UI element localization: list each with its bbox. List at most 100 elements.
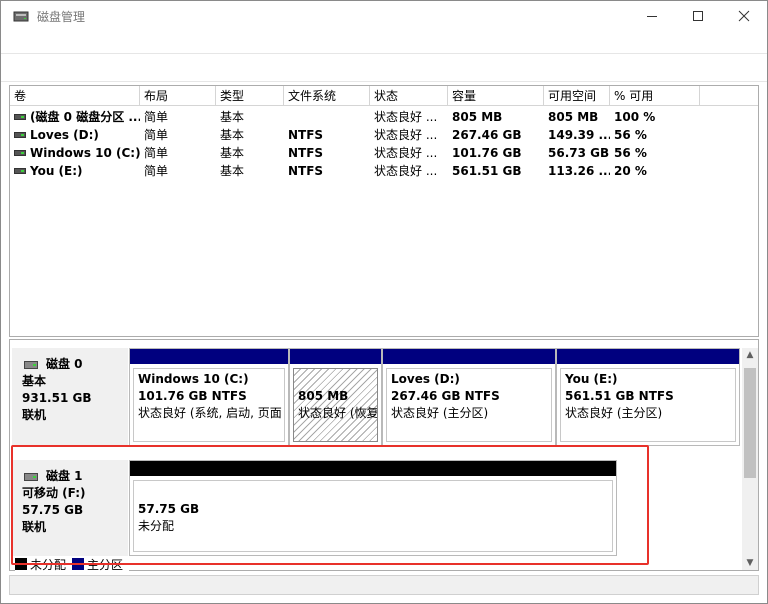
table-row[interactable]: (磁盘 0 磁盘分区 ... 简单 基本 状态良好 ... 805 MB 805… (10, 108, 758, 126)
cell-status: 状态良好 ... (374, 164, 438, 178)
scroll-down-icon[interactable]: ▼ (742, 556, 758, 570)
window-title: 磁盘管理 (37, 10, 86, 24)
partition-bar (130, 349, 288, 364)
disk-1-state: 联机 (22, 520, 47, 534)
cell-volume: Loves (D:) (30, 128, 99, 142)
disk-0-size: 931.51 GB (22, 391, 92, 405)
cell-capacity: 561.51 GB (452, 164, 522, 178)
disk-icon (24, 472, 38, 481)
disk-0-name: 磁盘 0 (46, 357, 83, 371)
partition-status: 状态良好 (主分区) (391, 406, 489, 420)
legend-item-primary: 主分区 (72, 556, 123, 573)
partition-title: Loves (D:) (391, 372, 460, 386)
disk-graphical-view: 磁盘 0 基本 931.51 GB 联机 Windows 10 (C:) 101… (9, 339, 759, 571)
cell-volume: (磁盘 0 磁盘分区 ... (30, 110, 140, 124)
disk-0-label[interactable]: 磁盘 0 基本 931.51 GB 联机 (12, 348, 128, 446)
cell-layout: 简单 (144, 146, 169, 160)
partition-d[interactable]: Loves (D:) 267.46 GB NTFS 状态良好 (主分区) (382, 348, 556, 446)
column-header-capacity[interactable]: 容量 (448, 86, 544, 106)
legend-label: 主分区 (87, 557, 124, 572)
column-header-volume[interactable]: 卷 (10, 86, 140, 106)
minimize-button[interactable] (629, 1, 675, 31)
partition-e[interactable]: You (E:) 561.51 GB NTFS 状态良好 (主分区) (556, 348, 740, 446)
disk-1-size: 57.75 GB (22, 503, 84, 517)
partition-detail: 805 MB (298, 389, 349, 403)
partition-detail: 561.51 GB NTFS (565, 389, 674, 403)
close-button[interactable] (721, 1, 767, 31)
partition-d-body: Loves (D:) 267.46 GB NTFS 状态良好 (主分区) (386, 368, 552, 442)
partition-detail: 57.75 GB (138, 502, 200, 516)
legend: 未分配 主分区 (15, 556, 130, 573)
partition-c-body: Windows 10 (C:) 101.76 GB NTFS 状态良好 (系统,… (133, 368, 285, 442)
partition-detail: 267.46 GB NTFS (391, 389, 500, 403)
maximize-button[interactable] (675, 1, 721, 31)
column-header-type[interactable]: 类型 (216, 86, 284, 106)
maximize-icon (693, 11, 703, 21)
column-header-status[interactable]: 状态 (370, 86, 448, 106)
column-header-free-space[interactable]: 可用空间 (544, 86, 610, 106)
disk-1-label[interactable]: 磁盘 1 可移动 (F:) 57.75 GB 联机 (12, 460, 128, 556)
cell-percent-free: 56 % (614, 146, 647, 160)
cell-status: 状态良好 ... (374, 110, 438, 124)
partition-status: 状态良好 (恢复 (298, 406, 378, 420)
partition-bar (383, 349, 555, 364)
cell-type: 基本 (220, 128, 245, 142)
table-row[interactable]: You (E:) 简单 基本 NTFS 状态良好 ... 561.51 GB 1… (10, 162, 758, 180)
partition-bar (557, 349, 739, 364)
vertical-scrollbar[interactable]: ▲ ▼ (742, 348, 758, 570)
cell-capacity: 267.46 GB (452, 128, 522, 142)
disk-1-name: 磁盘 1 (46, 469, 83, 483)
cell-free-space: 149.39 ... (548, 128, 610, 142)
cell-percent-free: 20 % (614, 164, 647, 178)
cell-filesystem: NTFS (288, 164, 324, 178)
minimize-icon (647, 15, 657, 17)
partition-recovery[interactable]: 805 MB 状态良好 (恢复 (289, 348, 382, 446)
partition-title: You (E:) (565, 372, 618, 386)
volume-list[interactable]: 卷 布局 类型 文件系统 状态 容量 可用空间 % 可用 (磁盘 0 磁盘分区 … (9, 85, 759, 337)
close-icon (738, 10, 750, 22)
status-bar (9, 575, 759, 595)
disk-0-kind: 基本 (22, 374, 47, 388)
scroll-up-icon[interactable]: ▲ (742, 348, 758, 362)
cell-free-space: 113.26 ... (548, 164, 610, 178)
title-bar: 磁盘管理 (1, 1, 767, 31)
volume-list-header: 卷 布局 类型 文件系统 状态 容量 可用空间 % 可用 (10, 86, 758, 106)
legend-label: 未分配 (30, 557, 67, 572)
column-header-filesystem[interactable]: 文件系统 (284, 86, 370, 106)
cell-layout: 简单 (144, 128, 169, 142)
partition-status: 状态良好 (系统, 启动, 页面 (138, 406, 282, 420)
cell-filesystem: NTFS (288, 146, 324, 160)
cell-layout: 简单 (144, 110, 169, 124)
cell-free-space: 56.73 GB (548, 146, 610, 160)
cell-capacity: 805 MB (452, 110, 503, 124)
cell-capacity: 101.76 GB (452, 146, 522, 160)
partition-recovery-body: 805 MB 状态良好 (恢复 (293, 368, 378, 442)
cell-layout: 简单 (144, 164, 169, 178)
table-row[interactable]: Windows 10 (C:) 简单 基本 NTFS 状态良好 ... 101.… (10, 144, 758, 162)
partition-title (298, 371, 373, 388)
legend-item-unallocated: 未分配 (15, 556, 66, 573)
cell-filesystem: NTFS (288, 128, 324, 142)
cell-volume: Windows 10 (C:) (30, 146, 140, 160)
partition-c[interactable]: Windows 10 (C:) 101.76 GB NTFS 状态良好 (系统,… (129, 348, 289, 446)
partition-unallocated-body: 57.75 GB 未分配 (133, 480, 613, 552)
partition-bar (290, 349, 381, 364)
partition-title: Windows 10 (C:) (138, 372, 249, 386)
cell-filesystem (284, 108, 370, 126)
disk-management-icon (13, 11, 29, 22)
cell-volume: You (E:) (30, 164, 83, 178)
table-row[interactable]: Loves (D:) 简单 基本 NTFS 状态良好 ... 267.46 GB… (10, 126, 758, 144)
column-header-percent-free[interactable]: % 可用 (610, 86, 700, 106)
disk-0-state: 联机 (22, 408, 47, 422)
cell-status: 状态良好 ... (374, 128, 438, 142)
partition-detail: 101.76 GB NTFS (138, 389, 247, 403)
scrollbar-thumb[interactable] (744, 368, 756, 478)
cell-free-space: 805 MB (548, 110, 599, 124)
column-header-layout[interactable]: 布局 (140, 86, 216, 106)
partition-unallocated[interactable]: 57.75 GB 未分配 (129, 460, 617, 556)
cell-type: 基本 (220, 146, 245, 160)
cell-status: 状态良好 ... (374, 146, 438, 160)
partition-status: 未分配 (138, 519, 175, 533)
unallocated-swatch (15, 558, 27, 570)
cell-percent-free: 56 % (614, 128, 647, 142)
